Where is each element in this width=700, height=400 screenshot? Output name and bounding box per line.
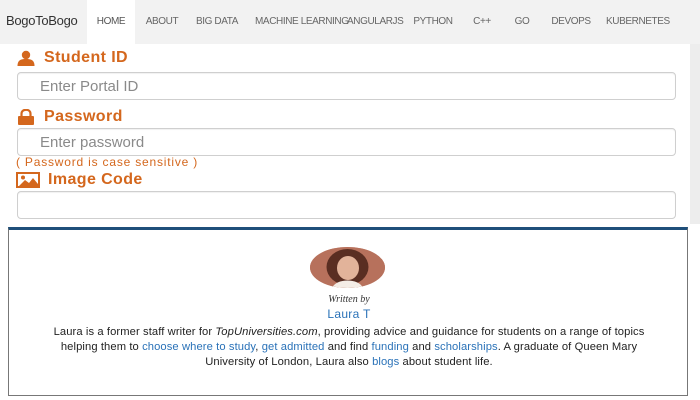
- nav-item-about[interactable]: ABOUT: [141, 0, 183, 44]
- password-label-text: Password: [44, 108, 123, 125]
- lock-icon: [18, 109, 34, 125]
- nav-item-home[interactable]: HOME: [87, 0, 135, 44]
- bio-text: Laura is a former staff writer for: [53, 326, 216, 338]
- author-avatar: [310, 247, 385, 288]
- author-bio: Laura is a former staff writer for TopUn…: [39, 325, 659, 370]
- author-name-link[interactable]: Laura T: [9, 307, 689, 321]
- bio-text: about student life.: [399, 356, 493, 368]
- funding-link[interactable]: funding: [372, 341, 409, 353]
- nav-item-kubernetes[interactable]: KUBERNETES: [606, 0, 670, 44]
- login-form: Student ID Password ( Password is case s…: [0, 44, 700, 224]
- nav-item-big-data[interactable]: BIG DATA: [194, 0, 240, 44]
- blogs-link[interactable]: blogs: [372, 356, 399, 368]
- bio-site-name: TopUniversities.com: [215, 326, 318, 338]
- written-by-label: Written by: [328, 294, 370, 305]
- image-code-label: Image Code: [16, 171, 143, 189]
- image-code-input[interactable]: [17, 191, 676, 219]
- student-id-label: Student ID: [16, 49, 128, 67]
- site-brand[interactable]: BogoToBogo: [6, 13, 78, 28]
- password-input[interactable]: [17, 128, 676, 156]
- nav-item-devops[interactable]: DEVOPS: [551, 0, 591, 44]
- author-card: Written by Laura T Laura is a former sta…: [8, 227, 688, 396]
- student-id-input[interactable]: [17, 72, 676, 100]
- password-hint: ( Password is case sensitive ): [16, 155, 199, 169]
- nav-item-go[interactable]: GO: [510, 0, 534, 44]
- nav-item-angularjs[interactable]: ANGULARJS: [347, 0, 404, 44]
- get-admitted-link[interactable]: get admitted: [262, 341, 325, 353]
- nav-item-machine-learning[interactable]: MACHINE LEARNING: [255, 0, 349, 44]
- author-photo-icon: [310, 247, 385, 288]
- user-icon: [17, 50, 35, 66]
- scholarships-link[interactable]: scholarships: [434, 341, 497, 353]
- nav-item-python[interactable]: PYTHON: [413, 0, 453, 44]
- bio-text: and find: [324, 341, 372, 353]
- image-icon: [16, 172, 40, 188]
- nav-item-cpp[interactable]: C++: [469, 0, 495, 44]
- student-id-label-text: Student ID: [44, 49, 128, 66]
- password-label: Password: [16, 108, 123, 126]
- bio-text: and: [408, 341, 435, 353]
- choose-where-to-study-link[interactable]: choose where to study: [142, 341, 255, 353]
- image-code-label-text: Image Code: [48, 171, 143, 188]
- top-navbar: BogoToBogo HOME ABOUT BIG DATA MACHINE L…: [0, 0, 700, 44]
